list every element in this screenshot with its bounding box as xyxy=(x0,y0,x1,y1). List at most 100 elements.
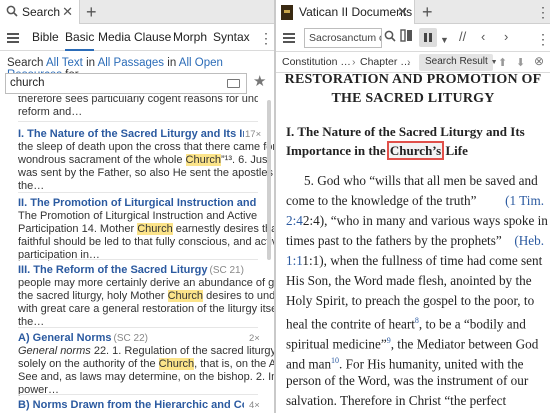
text-run: . For His humanity, united with the xyxy=(339,356,524,372)
chapter-title: THE SACRED LITURGY xyxy=(331,91,495,106)
scope-text-link[interactable]: All Text xyxy=(46,57,83,69)
result-title[interactable]: B) Norms Drawn from the Hierarchic and C… xyxy=(18,399,244,412)
breadcrumb-constitution[interactable]: Constitution … xyxy=(282,56,351,68)
more-options-icon[interactable]: ⋮ xyxy=(536,5,550,19)
text-run: spiritual medicine” xyxy=(286,336,387,352)
search-icon[interactable] xyxy=(384,30,396,45)
current-search-hit: Church’s xyxy=(386,141,445,160)
columns-icon[interactable] xyxy=(400,29,413,46)
text-run: Participation 14. Mother xyxy=(18,223,138,235)
text-run: come to the knowledge of the truth” xyxy=(286,193,477,208)
paragraph-line: Holy Spirit, to preach the gospel to the… xyxy=(286,293,535,308)
toolbar-syntax[interactable]: Syntax xyxy=(213,24,253,51)
chapter-title: RESTORATION AND PROMOTION OF xyxy=(284,73,542,87)
list-item[interactable]: III. The Reform of the Sacred Liturgy (SC… xyxy=(18,264,274,329)
breadcrumb: Constitution … › Chapter … › Search Resu… xyxy=(276,52,550,73)
toolbar-basic[interactable]: Basic xyxy=(65,24,95,51)
result-line: See and, as laws may determine, on the b… xyxy=(18,371,274,383)
scope-passages-link[interactable]: All Passages xyxy=(98,57,164,69)
tab-vatican-ii-documents[interactable]: Vatican II Documents ✕ xyxy=(276,0,415,24)
document-toolbar: Sacrosanctum c ▼ // ‹ › ⋮ xyxy=(276,24,550,52)
result-line: wondrous sacrament of the whole Church”¹… xyxy=(18,154,274,167)
section-heading: Importance in the Church’s Life xyxy=(286,141,468,160)
more-options-icon[interactable]: ⋮ xyxy=(536,32,550,46)
result-title[interactable]: III. The Reform of the Sacred Liturgy (SC… xyxy=(18,264,258,277)
result-line: participation in… xyxy=(18,249,100,261)
text-run: , that is, on the Apostolic xyxy=(194,358,274,370)
text-run: 1:1), when the fullness of time had come… xyxy=(302,253,543,268)
chevron-left-icon[interactable]: ‹ xyxy=(481,29,485,45)
scripture-link[interactable]: (Heb. xyxy=(514,231,544,251)
result-line: Participation 14. Mother Church earnestl… xyxy=(18,223,274,236)
text-run: solely on the authority of the xyxy=(18,358,159,370)
hit-count: 2× xyxy=(249,333,260,344)
parallel-slash-icon[interactable]: // xyxy=(459,29,466,45)
result-title[interactable]: II. The Promotion of Liturgical Instruct… xyxy=(18,197,258,210)
arrow-down-icon[interactable]: ⬇ xyxy=(516,55,525,71)
result-title[interactable]: I. The Nature of the Sacred Liturgy and … xyxy=(18,128,244,141)
tab-search[interactable]: Search ✕ xyxy=(0,0,80,24)
close-search-icon[interactable]: ⊗ xyxy=(534,53,544,69)
result-title-text: II. The Promotion of Liturgical Instruct… xyxy=(18,197,258,209)
chevron-right-icon[interactable]: › xyxy=(504,29,508,45)
paragraph-line: 2:42:4), “who in many and various ways s… xyxy=(286,211,548,231)
result-title[interactable]: A) General Norms (SC 22) xyxy=(18,332,258,345)
toolbar-morph[interactable]: Morph xyxy=(173,24,207,51)
result-title-text: A) General Norms xyxy=(18,332,112,344)
result-title-text: I. The Nature of the Sacred Liturgy and … xyxy=(18,128,244,140)
star-icon[interactable]: ★ xyxy=(253,74,266,90)
footnote-link[interactable]: 10 xyxy=(331,356,339,365)
close-icon[interactable]: ✕ xyxy=(397,5,408,19)
breadcrumb-chapter[interactable]: Chapter … xyxy=(360,56,411,68)
results-scrollbar[interactable] xyxy=(267,100,271,260)
tab-search-label: Search xyxy=(22,5,61,19)
search-input[interactable]: church xyxy=(5,73,247,94)
parallel-toggle[interactable] xyxy=(419,28,437,47)
menu-icon[interactable] xyxy=(7,33,19,43)
scripture-link[interactable]: (1 Tim. xyxy=(505,191,544,211)
search-hit: Church xyxy=(185,154,222,166)
toolbar-clause[interactable]: Clause xyxy=(134,24,171,51)
search-result-dropdown[interactable]: Search Result ▼ xyxy=(419,54,498,71)
chevron-right-icon: › xyxy=(407,56,411,68)
reference-input[interactable]: Sacrosanctum c xyxy=(304,28,382,48)
hit-count: 17× xyxy=(245,129,262,140)
more-options-icon[interactable]: ⋮ xyxy=(259,31,273,45)
list-item[interactable]: A) General Norms (SC 22) General norms 22… xyxy=(18,332,274,397)
result-line: the sacred liturgy, holy Mother Church d… xyxy=(18,290,274,303)
result-line: General norms 22. 1. Regulation of the s… xyxy=(18,345,274,358)
paragraph-line: salvation. Therefore in Christ “the perf… xyxy=(286,393,507,408)
result-line: solely on the authority of the Church, t… xyxy=(18,358,274,371)
new-tab-icon[interactable]: + xyxy=(86,2,97,22)
search-hit: Church xyxy=(158,358,195,370)
menu-icon[interactable] xyxy=(283,33,295,43)
text-run: Importance in the xyxy=(286,143,389,158)
chevron-down-icon[interactable]: ▼ xyxy=(440,32,449,48)
search-kind-toolbar: Bible Basic Media Clause Morph Syntax ⋮ xyxy=(0,24,274,51)
text-run: General norms xyxy=(18,345,91,357)
result-title-text: III. The Reform of the Sacred Liturgy xyxy=(18,264,208,276)
toolbar-media[interactable]: Media xyxy=(98,24,131,51)
list-item[interactable]: II. The Promotion of Liturgical Instruct… xyxy=(18,197,274,262)
result-line: faithful should be led to that fully con… xyxy=(18,236,274,248)
toolbar-bible[interactable]: Bible xyxy=(32,24,59,51)
text-run: the sacred liturgy, holy Mother xyxy=(18,290,168,302)
keyboard-icon[interactable] xyxy=(227,79,240,88)
new-tab-icon[interactable]: + xyxy=(422,2,433,22)
paragraph-line: times past to the fathers by the prophet… xyxy=(286,231,544,251)
hit-count: 4× xyxy=(249,400,260,411)
tab-document-label: Vatican II Documents xyxy=(299,5,413,19)
scripture-link-cont[interactable]: 1:1 xyxy=(286,253,302,268)
text-run: desires to undertake xyxy=(206,290,274,302)
list-item[interactable]: B) Norms Drawn from the Hierarchic and C… xyxy=(18,399,244,412)
paragraph-line: 1:11:1), when the fullness of time had c… xyxy=(286,251,544,271)
search-result-label: Search Result xyxy=(425,56,488,67)
scripture-link-cont[interactable]: 2:4 xyxy=(286,213,303,228)
document-pane: Vatican II Documents ✕ + ⋮ Sacrosanctum … xyxy=(276,0,550,413)
arrow-up-icon[interactable]: ⬆ xyxy=(498,55,507,71)
list-item[interactable]: I. The Nature of the Sacred Liturgy and … xyxy=(18,128,274,193)
chevron-down-icon: ▼ xyxy=(490,59,498,66)
divider xyxy=(18,327,258,328)
scope-in2: in xyxy=(167,57,177,69)
close-icon[interactable]: ✕ xyxy=(62,5,73,19)
